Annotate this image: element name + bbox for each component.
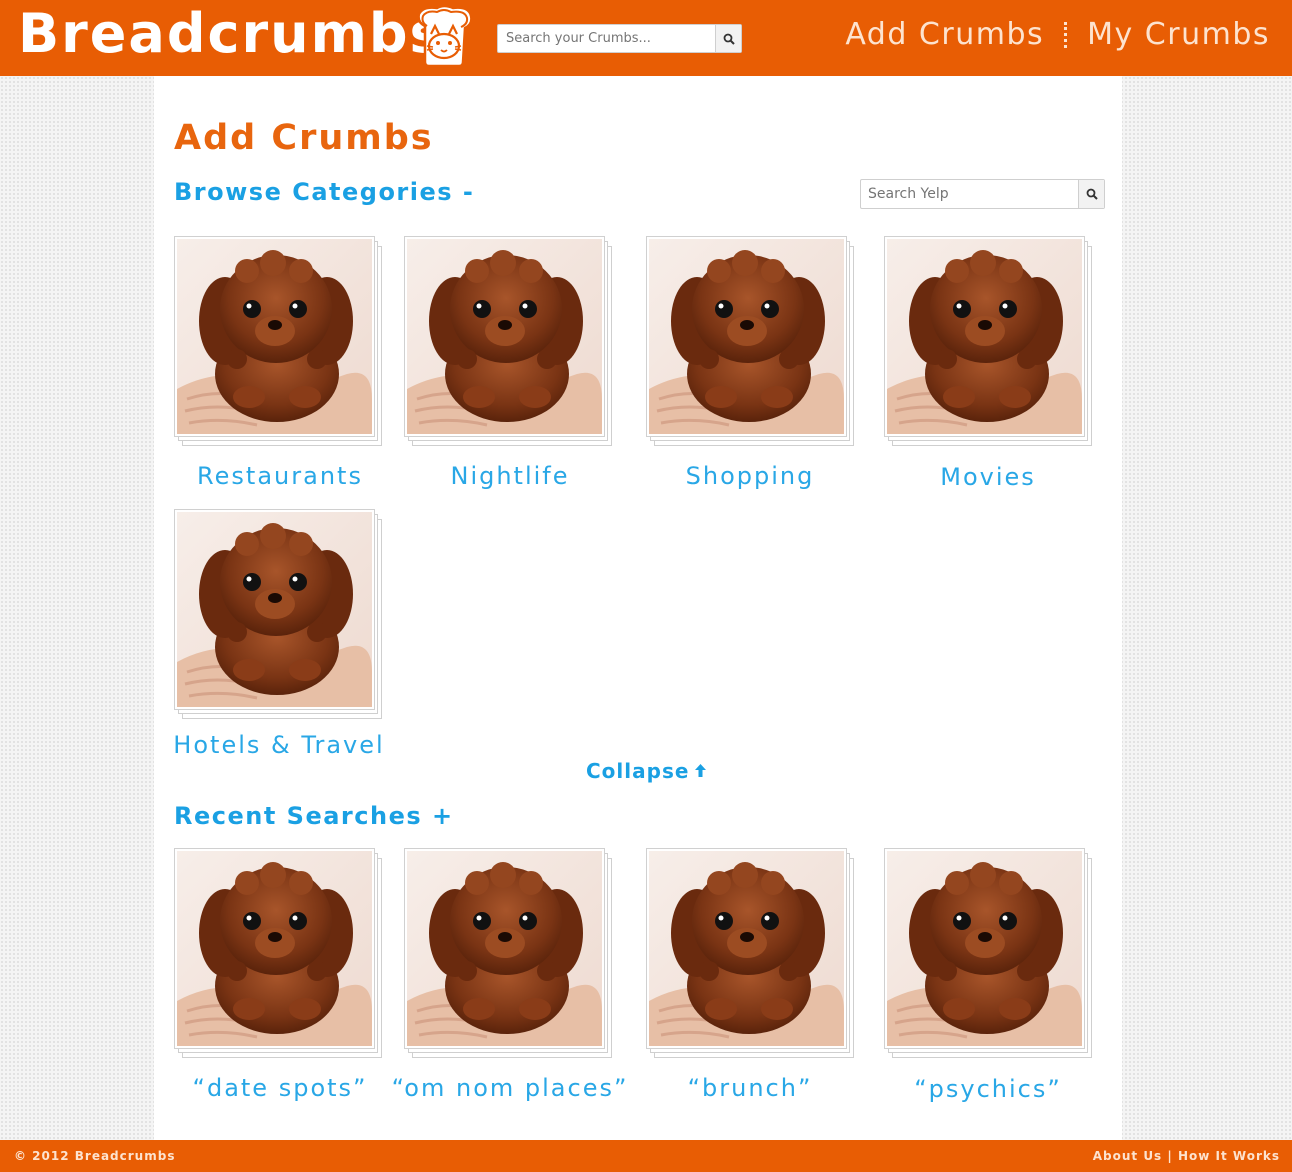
category-photo <box>174 236 375 437</box>
recent-search-label[interactable]: “om nom places” <box>392 1074 629 1102</box>
nav-separator <box>1064 21 1068 48</box>
recent-search-card[interactable] <box>404 848 614 1063</box>
category-label-restaurants[interactable]: Restaurants <box>197 462 363 490</box>
crumbs-search-box <box>497 24 742 53</box>
category-label-hotels-travel[interactable]: Hotels & Travel <box>173 731 384 759</box>
page-title: Add Crumbs <box>174 118 434 158</box>
recent-search-photo <box>404 848 605 1049</box>
site-header: Breadcrumbs Add Crumbs My Crumbs <box>0 0 1292 76</box>
logo-text[interactable]: Breadcrumbs <box>18 2 444 65</box>
category-label-movies[interactable]: Movies <box>940 463 1036 491</box>
recent-search-label[interactable]: “brunch” <box>688 1074 813 1102</box>
category-photo <box>404 236 605 437</box>
yelp-search-button[interactable] <box>1078 180 1104 208</box>
browse-categories-toggle[interactable]: Browse Categories - <box>174 178 474 206</box>
category-card-hotels-travel[interactable] <box>174 509 384 724</box>
category-label-shopping[interactable]: Shopping <box>686 462 815 490</box>
recent-search-card[interactable] <box>646 848 856 1063</box>
search-icon <box>1086 188 1098 200</box>
footer-links: About Us | How It Works <box>1093 1149 1280 1163</box>
recent-search-label[interactable]: “psychics” <box>914 1075 1062 1103</box>
how-it-works-link[interactable]: How It Works <box>1178 1149 1280 1163</box>
category-label-nightlife[interactable]: Nightlife <box>450 462 569 490</box>
yelp-search-input[interactable] <box>861 180 1078 208</box>
main-nav: Add Crumbs My Crumbs <box>845 17 1270 52</box>
recent-search-card[interactable] <box>174 848 384 1063</box>
about-us-link[interactable]: About Us <box>1093 1149 1162 1163</box>
crumbs-search-button[interactable] <box>715 25 741 52</box>
crumbs-search-input[interactable] <box>498 25 715 52</box>
copyright-text: © 2012 Breadcrumbs <box>14 1149 176 1163</box>
collapse-button[interactable]: Collapse <box>586 759 707 783</box>
recent-search-label[interactable]: “date spots” <box>193 1074 368 1102</box>
nav-my-crumbs[interactable]: My Crumbs <box>1087 17 1270 52</box>
search-icon <box>723 33 735 45</box>
category-card-shopping[interactable] <box>646 236 856 451</box>
recent-search-card[interactable] <box>884 848 1094 1063</box>
category-photo <box>174 509 375 710</box>
category-card-restaurants[interactable] <box>174 236 384 451</box>
recent-search-photo <box>646 848 847 1049</box>
footer-separator: | <box>1167 1149 1173 1163</box>
category-photo <box>646 236 847 437</box>
recent-search-photo <box>174 848 375 1049</box>
yelp-search-box <box>860 179 1105 209</box>
category-card-movies[interactable] <box>884 236 1094 451</box>
nav-add-crumbs[interactable]: Add Crumbs <box>845 17 1044 52</box>
recent-searches-toggle[interactable]: Recent Searches + <box>174 802 454 830</box>
toast-cat-logo-icon[interactable] <box>413 4 475 68</box>
category-photo <box>884 236 1085 437</box>
main-content: Add Crumbs Browse Categories - Restauran… <box>154 76 1122 1140</box>
site-footer: © 2012 Breadcrumbs About Us | How It Wor… <box>0 1140 1292 1172</box>
arrow-up-icon <box>695 762 707 781</box>
recent-search-photo <box>884 848 1085 1049</box>
category-card-nightlife[interactable] <box>404 236 614 451</box>
collapse-label: Collapse <box>586 759 690 783</box>
